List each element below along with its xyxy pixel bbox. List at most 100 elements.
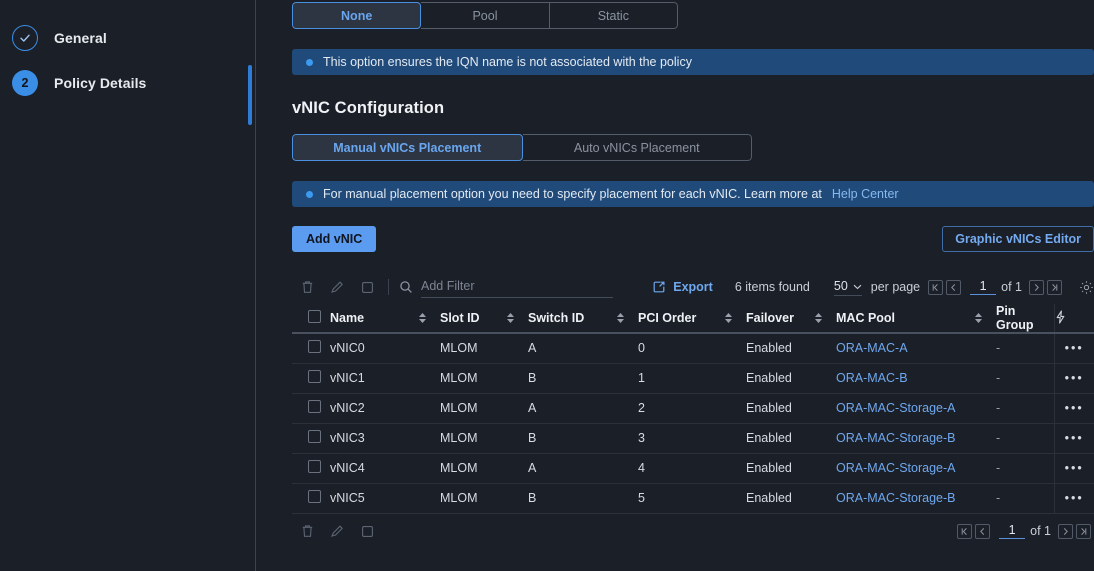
cell-name: vNIC4 [330,453,440,484]
table-row[interactable]: vNIC0 MLOM A 0 Enabled ORA-MAC-A - ••• [292,333,1094,364]
cell-pin-group: - [996,423,1054,454]
bolt-icon[interactable] [1055,309,1066,327]
pencil-icon[interactable] [322,518,352,544]
row-actions-menu-button[interactable]: ••• [1053,393,1094,424]
pencil-icon[interactable] [322,274,352,300]
trash-icon[interactable] [292,518,322,544]
sort-toggle-icon[interactable] [975,313,982,323]
cell-failover-text: Enabled [746,341,792,356]
search-input[interactable] [421,276,613,298]
column-header-name[interactable]: Name [330,304,440,334]
first-page-button[interactable] [957,523,973,539]
wizard-sidebar: General 2 Policy Details [0,0,256,571]
row-checkbox[interactable] [308,430,321,443]
row-actions-menu-button[interactable]: ••• [1053,363,1094,394]
row-checkbox[interactable] [308,400,321,413]
cell-pci-order-text: 5 [638,491,645,505]
table-row[interactable]: vNIC3 MLOM B 3 Enabled ORA-MAC-Storage-B - ••• [292,423,1094,454]
prev-page-button[interactable] [975,523,991,539]
table-row[interactable]: vNIC2 MLOM A 2 Enabled ORA-MAC-Storage-A - ••• [292,393,1094,424]
graphic-vnics-editor-button[interactable]: Graphic vNICs Editor [942,226,1094,252]
placement-info-banner-text: For manual placement option you need to … [323,187,822,201]
sort-toggle-icon[interactable] [725,313,732,323]
add-vnic-button[interactable]: Add vNIC [292,226,377,252]
cell-failover: Enabled [746,363,836,394]
placement-option-auto[interactable]: Auto vNICs Placement [522,134,752,161]
iqn-option-pool[interactable]: Pool [421,2,550,29]
prev-page-button[interactable] [946,279,962,295]
select-all-checkbox[interactable] [308,310,321,323]
next-page-button[interactable] [1058,523,1073,539]
row-actions-menu-button[interactable]: ••• [1053,333,1094,364]
cell-mac-pool[interactable]: ORA-MAC-Storage-A [836,453,996,484]
sort-toggle-icon[interactable] [419,313,426,323]
placement-option-manual[interactable]: Manual vNICs Placement [292,134,523,161]
sort-toggle-icon[interactable] [617,313,624,323]
iqn-option-none[interactable]: None [292,2,422,29]
main-content: None Pool Static This option ensures the… [256,0,1094,571]
gear-icon[interactable] [1079,280,1094,295]
help-center-link[interactable]: Help Center [832,187,899,201]
last-page-button[interactable] [1047,279,1062,295]
page-number-input[interactable]: 1 [999,523,1026,539]
cell-mac-pool-text[interactable]: ORA-MAC-Storage-A [836,401,955,415]
sort-toggle-icon[interactable] [507,313,514,323]
iqn-option-static[interactable]: Static [549,2,678,29]
cell-mac-pool-text[interactable]: ORA-MAC-Storage-B [836,431,955,445]
clone-icon[interactable] [352,518,382,544]
sidebar-step-policy-details[interactable]: 2 Policy Details [0,65,256,101]
step-number-badge: 2 [12,70,38,96]
row-checkbox[interactable] [308,490,321,503]
row-actions-menu-button[interactable]: ••• [1053,453,1094,484]
per-page-select[interactable]: 50 [833,279,862,296]
cell-mac-pool[interactable]: ORA-MAC-A [836,333,996,364]
cell-mac-pool-text[interactable]: ORA-MAC-Storage-A [836,461,955,475]
cell-mac-pool[interactable]: ORA-MAC-B [836,363,996,394]
cell-mac-pool[interactable]: ORA-MAC-Storage-B [836,423,996,454]
row-checkbox[interactable] [308,460,321,473]
column-header-slot-id[interactable]: Slot ID [440,304,528,334]
cell-mac-pool-text[interactable]: ORA-MAC-A [836,341,908,355]
row-select-cell [292,363,330,394]
last-page-button[interactable] [1076,523,1091,539]
clone-icon[interactable] [352,274,382,300]
sidebar-step-general[interactable]: General [0,20,256,56]
column-header-pci-order[interactable]: PCI Order [638,304,746,334]
export-button[interactable]: Export [652,280,713,294]
cell-slot-id-text: MLOM [440,461,478,475]
next-page-button[interactable] [1029,279,1044,295]
column-label: MAC Pool [836,311,896,325]
trash-icon[interactable] [292,274,322,300]
sidebar-scroll-indicator[interactable] [248,65,252,125]
page-number-input[interactable]: 1 [970,279,997,295]
row-checkbox[interactable] [308,370,321,383]
cell-mac-pool-text[interactable]: ORA-MAC-Storage-B [836,491,955,505]
cell-mac-pool-text[interactable]: ORA-MAC-B [836,371,908,385]
toolbar-divider [388,279,389,295]
cell-mac-pool[interactable]: ORA-MAC-Storage-A [836,393,996,424]
row-actions-menu-button[interactable]: ••• [1053,483,1094,514]
page-total-label: of 1 [1001,280,1022,294]
first-page-button[interactable] [928,279,944,295]
table-row[interactable]: vNIC5 MLOM B 5 Enabled ORA-MAC-Storage-B - ••• [292,483,1094,514]
cell-slot-id-text: MLOM [440,491,478,505]
row-actions-menu-button[interactable]: ••• [1053,423,1094,454]
table-row[interactable]: vNIC4 MLOM A 4 Enabled ORA-MAC-Storage-A - ••• [292,453,1094,484]
column-header-switch-id[interactable]: Switch ID [528,304,638,334]
table-toolbar-right: Export 6 items found 50 per page 1 of 1 [652,279,1094,296]
cell-name: vNIC2 [330,393,440,424]
cell-slot-id: MLOM [440,483,528,514]
cell-pci-order-text: 2 [638,401,645,415]
column-header-failover[interactable]: Failover [746,304,836,334]
cell-switch-id: A [528,393,638,424]
row-checkbox[interactable] [308,340,321,354]
cell-mac-pool[interactable]: ORA-MAC-Storage-B [836,483,996,514]
cell-name-text: vNIC3 [330,431,365,445]
column-label: Slot ID [440,311,480,325]
table-row[interactable]: vNIC1 MLOM B 1 Enabled ORA-MAC-B - ••• [292,363,1094,394]
sort-toggle-icon[interactable] [815,313,822,323]
column-header-mac-pool[interactable]: MAC Pool [836,304,996,334]
column-header-pin-group[interactable]: Pin Group [996,304,1054,334]
column-label: Switch ID [528,311,585,325]
cell-name: vNIC0 [330,333,440,364]
